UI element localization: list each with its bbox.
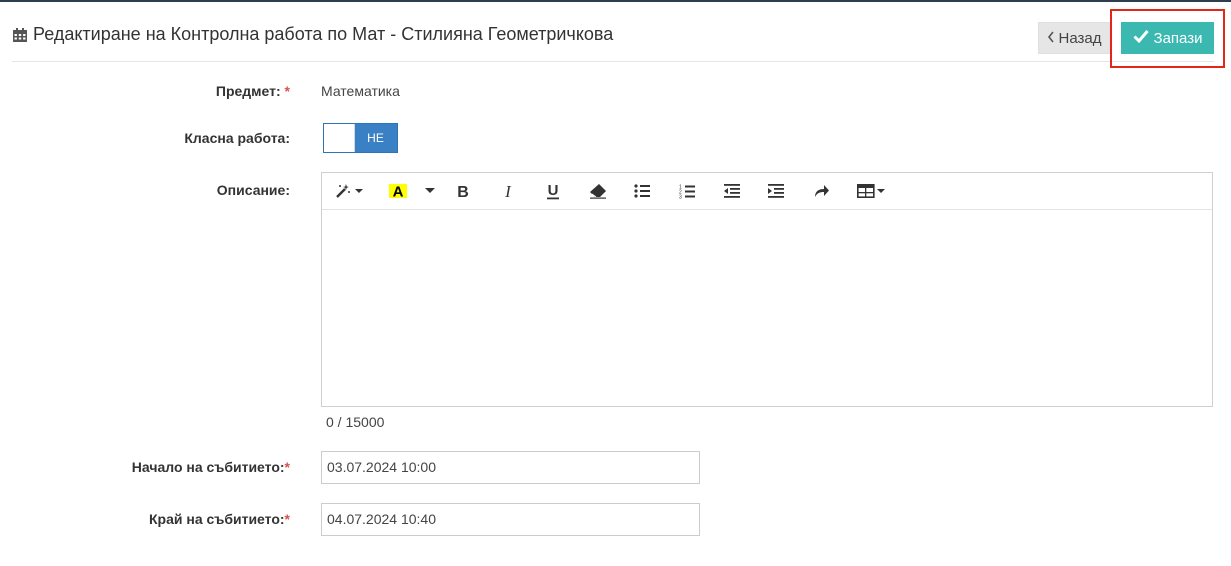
svg-text:B: B (457, 184, 469, 199)
start-label: Начало на събитието:* (131, 459, 290, 475)
description-label: Описание: (216, 182, 290, 198)
svg-text:3: 3 (679, 194, 682, 199)
unordered-list-icon[interactable] (633, 179, 651, 203)
page-header: Редактиране на Контролна работа по Мат -… (12, 16, 1214, 62)
calendar-icon (12, 27, 28, 43)
description-editor: A B I U 1 2 3 (321, 172, 1213, 407)
svg-text:A: A (393, 184, 404, 200)
description-textarea[interactable] (322, 210, 1212, 406)
class-work-toggle[interactable]: НЕ (323, 123, 398, 153)
outdent-icon[interactable] (723, 179, 741, 203)
top-border (0, 0, 1231, 2)
required-marker: * (284, 83, 290, 99)
svg-text:U: U (548, 182, 559, 199)
editor-toolbar: A B I U 1 2 3 (322, 173, 1212, 210)
caret-down-icon[interactable] (423, 179, 437, 203)
indent-icon[interactable] (767, 179, 785, 203)
redo-icon[interactable] (812, 179, 830, 203)
required-marker: * (284, 511, 290, 527)
start-datetime-input[interactable]: 03.07.2024 10:00 (321, 451, 700, 484)
toggle-knob (324, 124, 355, 152)
italic-icon[interactable]: I (500, 179, 516, 203)
description-char-counter: 0 / 15000 (326, 414, 385, 430)
chevron-left-icon (1047, 30, 1055, 47)
required-marker: * (284, 459, 290, 475)
bold-icon[interactable]: B (455, 179, 471, 203)
back-button-label: Назад (1058, 29, 1102, 47)
class-work-label: Класна работа: (184, 130, 290, 146)
end-datetime-input[interactable]: 04.07.2024 10:40 (321, 503, 700, 536)
back-button[interactable]: Назад (1038, 22, 1110, 54)
table-icon[interactable] (856, 179, 888, 203)
svg-text:I: I (504, 183, 512, 199)
toggle-state-text: НЕ (367, 131, 384, 145)
page-title: Редактиране на Контролна работа по Мат -… (33, 24, 614, 44)
subject-label: Предмет: * (215, 83, 290, 99)
end-label: Край на събитието:* (149, 511, 290, 527)
magic-icon[interactable] (332, 179, 368, 203)
font-color-icon[interactable]: A (388, 179, 408, 203)
save-highlight-box (1110, 9, 1225, 68)
subject-value: Математика (321, 83, 400, 99)
eraser-icon[interactable] (589, 179, 607, 203)
ordered-list-icon[interactable]: 1 2 3 (678, 179, 696, 203)
underline-icon[interactable]: U (544, 179, 562, 203)
